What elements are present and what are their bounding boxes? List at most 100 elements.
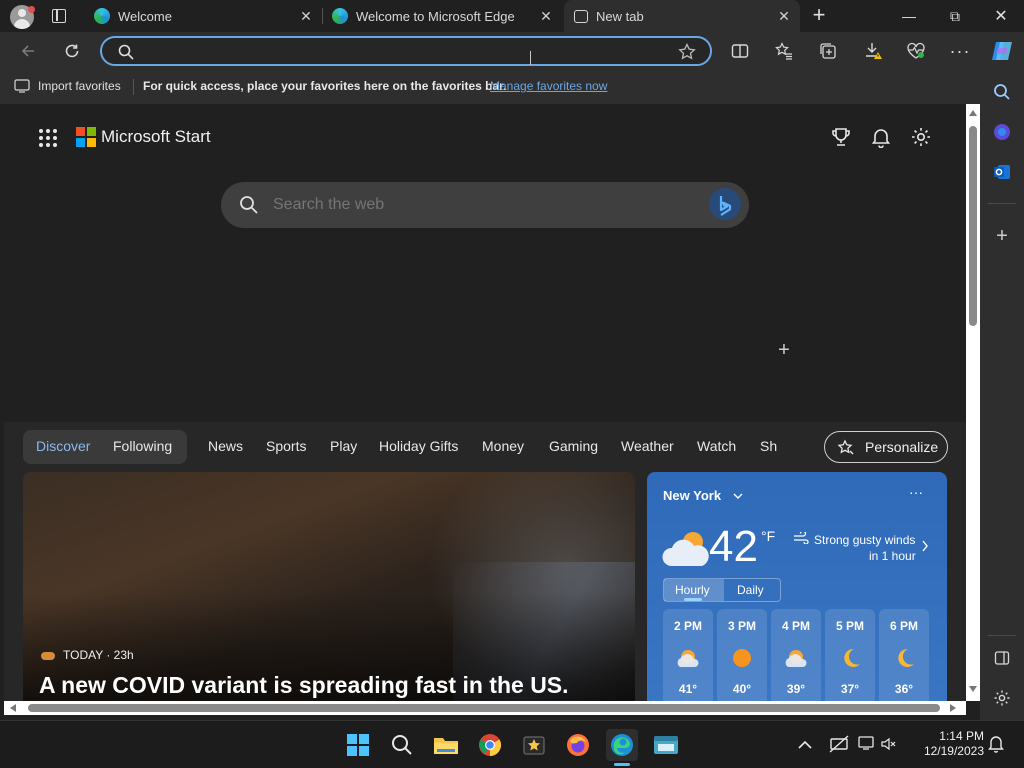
tab-new-tab[interactable]: New tab ✕ — [564, 0, 800, 32]
nav-weather[interactable]: Weather — [621, 438, 674, 454]
add-quick-link-button[interactable]: + — [774, 340, 794, 360]
tab-discover[interactable]: Discover — [36, 438, 90, 454]
weather-card[interactable]: New York ··· 42 °F Strong gusty winds in… — [647, 472, 947, 701]
close-window-button[interactable]: ✕ — [978, 0, 1024, 32]
gear-icon — [994, 690, 1010, 706]
taskbar-search-button[interactable] — [386, 729, 418, 761]
file-explorer-button[interactable] — [430, 729, 462, 761]
notifications-center-button[interactable] — [988, 735, 1006, 755]
weather-alert-line2[interactable]: in 1 hour — [869, 549, 916, 563]
horizontal-scrollbar[interactable] — [4, 701, 966, 715]
settings-more-button[interactable]: ··· — [946, 38, 974, 64]
system-tray-button[interactable] — [858, 735, 898, 755]
manage-favorites-link[interactable]: Manage favorites now — [490, 79, 607, 93]
nav-news[interactable]: News — [208, 438, 243, 454]
weather-alert-line1[interactable]: Strong gusty winds — [814, 533, 915, 547]
tab-welcome-edge[interactable]: Welcome to Microsoft Edge ✕ — [324, 0, 562, 32]
favorite-star-icon[interactable] — [678, 43, 696, 61]
nav-money[interactable]: Money — [482, 438, 524, 454]
collections-button[interactable] — [814, 38, 842, 64]
hourly-forecast-item[interactable]: 3 PM 40° — [717, 609, 767, 701]
scroll-thumb[interactable] — [969, 126, 977, 326]
split-screen-button[interactable] — [726, 38, 754, 64]
tab-daily[interactable]: Daily — [737, 583, 764, 597]
vertical-scrollbar[interactable] — [966, 104, 980, 701]
sidebar-copilot-button[interactable] — [988, 118, 1016, 146]
edge-taskbar-button[interactable] — [606, 729, 638, 761]
hour-temperature: 40° — [732, 682, 752, 696]
hourly-forecast-item[interactable]: 4 PM 39° — [771, 609, 821, 701]
nav-sports[interactable]: Sports — [266, 438, 306, 454]
rewards-button[interactable] — [830, 126, 852, 148]
chrome-button[interactable] — [474, 729, 506, 761]
weather-more-button[interactable]: ··· — [909, 484, 923, 500]
firefox-button[interactable] — [562, 729, 594, 761]
page-settings-button[interactable] — [910, 126, 932, 148]
brand-title[interactable]: Microsoft Start — [101, 127, 211, 147]
media-app-button[interactable] — [518, 729, 550, 761]
chevron-down-icon[interactable] — [733, 492, 743, 500]
downloads-button[interactable] — [860, 38, 888, 64]
terminal-app-button[interactable] — [650, 729, 682, 761]
clapper-star-icon — [523, 736, 545, 755]
scroll-up-arrow[interactable] — [969, 110, 977, 116]
scroll-thumb[interactable] — [28, 704, 940, 712]
start-button[interactable] — [342, 729, 374, 761]
close-tab-icon[interactable]: ✕ — [776, 8, 792, 24]
new-tab-button[interactable]: + — [806, 3, 832, 29]
hour-label: 6 PM — [889, 619, 918, 633]
chevron-right-icon[interactable] — [921, 540, 929, 552]
close-tab-icon[interactable]: ✕ — [298, 8, 314, 24]
folder-icon — [434, 738, 458, 754]
nav-play[interactable]: Play — [330, 438, 357, 454]
hourly-forecast-item[interactable]: 6 PM 36° — [879, 609, 929, 701]
hour-temperature: 36° — [894, 682, 914, 696]
web-search-input[interactable] — [273, 194, 693, 216]
tab-actions-icon[interactable] — [52, 9, 66, 23]
weather-location[interactable]: New York — [663, 488, 721, 503]
sidebar-search-button[interactable] — [988, 78, 1016, 106]
hide-sidebar-button[interactable] — [988, 644, 1016, 672]
edge-icon — [332, 8, 348, 24]
hourly-forecast-item[interactable]: 5 PM 37° — [825, 609, 875, 701]
sidebar-settings-button[interactable] — [988, 684, 1016, 712]
sidebar-add-button[interactable]: + — [988, 222, 1016, 250]
browser-essentials-button[interactable] — [902, 38, 930, 64]
edge-icon — [94, 8, 110, 24]
nav-shopping[interactable]: Sh — [760, 438, 777, 454]
nav-holiday-gifts[interactable]: Holiday Gifts — [379, 438, 458, 454]
personalize-button[interactable]: Personalize — [824, 431, 948, 463]
refresh-button[interactable] — [58, 38, 86, 64]
clock[interactable]: 1:14 PM 12/19/2023 — [912, 729, 984, 759]
tab-hourly[interactable]: Hourly — [664, 579, 724, 601]
hero-headline[interactable]: A new COVID variant is spreading fast in… — [39, 672, 569, 699]
notifications-button[interactable] — [870, 126, 892, 149]
restore-button[interactable]: ⧉ — [932, 0, 978, 32]
close-tab-icon[interactable]: ✕ — [538, 8, 554, 24]
scroll-down-arrow[interactable] — [969, 686, 977, 692]
nav-gaming[interactable]: Gaming — [549, 438, 598, 454]
back-button[interactable] — [14, 38, 42, 64]
web-search-box[interactable] — [221, 182, 749, 228]
partly-sunny-icon — [677, 650, 699, 667]
bing-chat-button[interactable] — [709, 188, 741, 220]
sidebar-outlook-button[interactable] — [988, 158, 1016, 186]
clock-time: 1:14 PM — [939, 729, 984, 743]
show-hidden-icons-button[interactable] — [798, 737, 814, 753]
nav-watch[interactable]: Watch — [697, 438, 736, 454]
copilot-button[interactable] — [988, 38, 1016, 64]
tab-welcome[interactable]: Welcome ✕ — [84, 0, 322, 32]
scroll-left-arrow[interactable] — [10, 704, 16, 712]
address-input[interactable] — [142, 41, 662, 61]
hourly-forecast-item[interactable]: 2 PM 41° — [663, 609, 713, 701]
apps-launcher-button[interactable] — [38, 128, 58, 148]
import-favorites-button[interactable]: Import favorites — [14, 79, 121, 93]
address-bar[interactable] — [100, 36, 712, 66]
favorites-button[interactable] — [770, 38, 798, 64]
tab-following[interactable]: Following — [113, 438, 172, 454]
hero-news-card[interactable]: TODAY · 23h A new COVID variant is sprea… — [23, 472, 635, 701]
scroll-right-arrow[interactable] — [950, 704, 956, 712]
minimize-button[interactable]: — — [886, 0, 932, 32]
network-status-button[interactable] — [828, 735, 850, 755]
temperature-unit[interactable]: °F — [761, 528, 775, 544]
